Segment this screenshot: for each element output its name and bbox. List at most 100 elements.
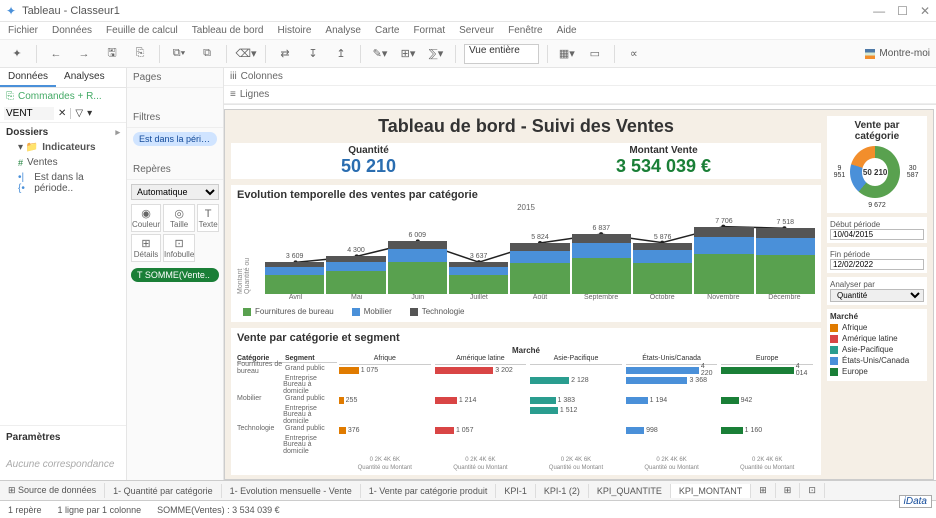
bar-novembre[interactable]: 7 706 — [694, 227, 753, 294]
fin-input[interactable] — [830, 259, 924, 270]
bar-mai[interactable]: 4 300 — [326, 256, 385, 294]
new-dashboard-button[interactable]: ⊞ — [776, 483, 801, 498]
tab-sheet-4[interactable]: KPI-1 — [496, 484, 536, 498]
tab-sheet-5[interactable]: KPI-1 (2) — [536, 484, 589, 498]
duplicate-button[interactable]: ⧉ — [196, 44, 218, 64]
clear-button[interactable]: ⌫▾ — [235, 44, 257, 64]
tab-donnees[interactable]: Données — [0, 68, 56, 87]
field-ventes[interactable]: #Ventes — [0, 155, 126, 170]
debut-input[interactable] — [830, 229, 924, 240]
new-data-button[interactable]: ⎘ — [129, 44, 151, 64]
show-cards-button[interactable]: ▦▾ — [556, 44, 578, 64]
bar-décembre[interactable]: 7 518 — [756, 228, 815, 294]
menu-fichier[interactable]: Fichier — [8, 25, 38, 36]
folder-indicateurs[interactable]: ▾ 📁 Indicateurs — [0, 140, 126, 155]
kpi-quantite: Quantité 50 210 — [341, 145, 396, 177]
tab-sheet-3[interactable]: 1- Vente par catégorie produit — [361, 484, 497, 498]
menu-fenetre[interactable]: Fenêtre — [508, 25, 542, 36]
filter-icon[interactable]: ▽ — [70, 108, 83, 119]
mark-text-button[interactable]: TTexte — [197, 204, 219, 232]
tab-datasource[interactable]: ⊞ Source de données — [0, 483, 105, 498]
datasource-item[interactable]: ⎘Commandes + R... — [0, 88, 126, 105]
tableau-logo-icon: ✦ — [6, 4, 16, 18]
tableau-icon[interactable]: ✦ — [6, 44, 28, 64]
dossiers-header[interactable]: Dossiers▸ — [0, 123, 126, 140]
menu-format[interactable]: Format — [413, 25, 445, 36]
close-button[interactable]: ✕ — [920, 4, 930, 18]
donut-chart[interactable]: Vente par catégorie 9 951 50 210 30 587 … — [827, 116, 927, 213]
menu-donnees[interactable]: Données — [52, 25, 92, 36]
menu-histoire[interactable]: Histoire — [278, 25, 312, 36]
mark-size-button[interactable]: ◎Taille — [163, 204, 195, 232]
pages-shelf[interactable]: Pages — [127, 68, 223, 88]
maximize-button[interactable]: ☐ — [897, 4, 908, 18]
tab-sheet-6[interactable]: KPI_QUANTITE — [589, 484, 671, 498]
mark-type-select[interactable]: Automatique — [131, 184, 219, 200]
main-area: Données Analyses ⎘Commandes + R... ✕ ▽ ▾… — [0, 68, 936, 480]
filter-pill-periode[interactable]: Est dans la période d.. — [133, 132, 217, 146]
filter-analyser: Analyser par Quantité — [827, 277, 927, 305]
presentation-button[interactable]: ▭ — [584, 44, 606, 64]
minimize-button[interactable]: — — [873, 4, 885, 18]
tab-sheet-7[interactable]: KPI_MONTANT — [671, 484, 751, 498]
mark-color-button[interactable]: ◉Couleur — [131, 204, 161, 232]
clear-search-icon[interactable]: ✕ — [58, 108, 66, 119]
dropdown-icon[interactable]: ▾ — [87, 108, 92, 119]
sheet-tabs: ⊞ Source de données 1- Quantité par caté… — [0, 480, 936, 500]
window-title: Tableau - Classeur1 — [22, 5, 873, 17]
menu-aide[interactable]: Aide — [557, 25, 577, 36]
category-segment-chart[interactable]: Vente par catégorie et segment Marché Ca… — [231, 328, 821, 475]
group-button[interactable]: ⊞▾ — [397, 44, 419, 64]
tab-sheet-2[interactable]: 1- Evolution mensuelle - Vente — [222, 484, 361, 498]
analyser-select[interactable]: Quantité — [830, 289, 924, 302]
market-legend: Marché Afrique Amérique latine Asie-Paci… — [827, 309, 927, 381]
view-area: iiiColonnes ≡Lignes Tableau de bord - Su… — [224, 68, 936, 480]
toolbar: ✦ ← → 🖫 ⎘ ⧉▾ ⧉ ⌫▾ ⇄ ↧ ↥ ✎▾ ⊞▾ ⅀▾ Vue ent… — [0, 40, 936, 68]
new-sheet-button[interactable]: ⧉▾ — [168, 44, 190, 64]
menu-analyse[interactable]: Analyse — [325, 25, 361, 36]
rows-icon: ≡ — [230, 89, 236, 100]
menu-serveur[interactable]: Serveur — [459, 25, 494, 36]
menu-tableau-bord[interactable]: Tableau de bord — [192, 25, 264, 36]
size-icon: ◎ — [174, 207, 184, 220]
rows-shelf[interactable]: ≡Lignes — [224, 86, 936, 104]
save-button[interactable]: 🖫 — [101, 44, 123, 64]
new-story-button[interactable]: ⊡ — [800, 483, 825, 498]
columns-shelf[interactable]: iiiColonnes — [224, 68, 936, 86]
view-fit-select[interactable]: Vue entière — [464, 44, 539, 64]
filter-fin: Fin période — [827, 247, 927, 273]
new-worksheet-button[interactable]: ⊞ — [751, 483, 776, 498]
menu-feuille[interactable]: Feuille de calcul — [106, 25, 178, 36]
evolution-chart[interactable]: Evolution temporelle des ventes par caté… — [231, 185, 821, 322]
share-button[interactable]: ∝ — [623, 44, 645, 64]
bar-octobre[interactable]: 5 876 — [633, 243, 692, 294]
bar-juillet[interactable]: 3 637 — [449, 262, 508, 294]
no-match-label: Aucune correspondance — [0, 449, 126, 480]
shelves-pane: Pages Filtres Est dans la période d.. Re… — [127, 68, 224, 480]
field-periode[interactable]: •|{•Est dans la période.. — [0, 170, 126, 196]
columns-icon: iii — [230, 71, 237, 82]
highlight-button[interactable]: ✎▾ — [369, 44, 391, 64]
tab-analyses[interactable]: Analyses — [56, 68, 113, 87]
sort-desc-button[interactable]: ↥ — [330, 44, 352, 64]
bar-avril[interactable]: 3 609 — [265, 262, 324, 294]
dashboard-canvas: Tableau de bord - Suivi des Ventes Quant… — [224, 109, 934, 480]
bar-août[interactable]: 5 824 — [510, 243, 569, 294]
sort-asc-button[interactable]: ↧ — [302, 44, 324, 64]
mark-detail-button[interactable]: ⊞Détails — [131, 234, 161, 262]
totals-button[interactable]: ⅀▾ — [425, 44, 447, 64]
measure-pill-ventes[interactable]: T SOMME(Vente.. — [131, 268, 219, 282]
statusbar: 1 repère 1 ligne par 1 colonne SOMME(Ven… — [0, 500, 936, 518]
show-me-button[interactable]: Montre-moi — [865, 48, 930, 59]
filters-shelf[interactable]: Filtres — [127, 108, 223, 128]
parametres-header[interactable]: Paramètres — [0, 425, 126, 449]
bar-septembre[interactable]: 6 837 — [572, 234, 631, 294]
search-field-input[interactable] — [4, 107, 54, 120]
back-button[interactable]: ← — [45, 44, 67, 64]
tab-sheet-1[interactable]: 1- Quantité par catégorie — [105, 484, 222, 498]
mark-tooltip-button[interactable]: ⊡Infobulle — [163, 234, 195, 262]
forward-button[interactable]: → — [73, 44, 95, 64]
bar-juin[interactable]: 6 009 — [388, 241, 447, 294]
menu-carte[interactable]: Carte — [375, 25, 399, 36]
swap-button[interactable]: ⇄ — [274, 44, 296, 64]
